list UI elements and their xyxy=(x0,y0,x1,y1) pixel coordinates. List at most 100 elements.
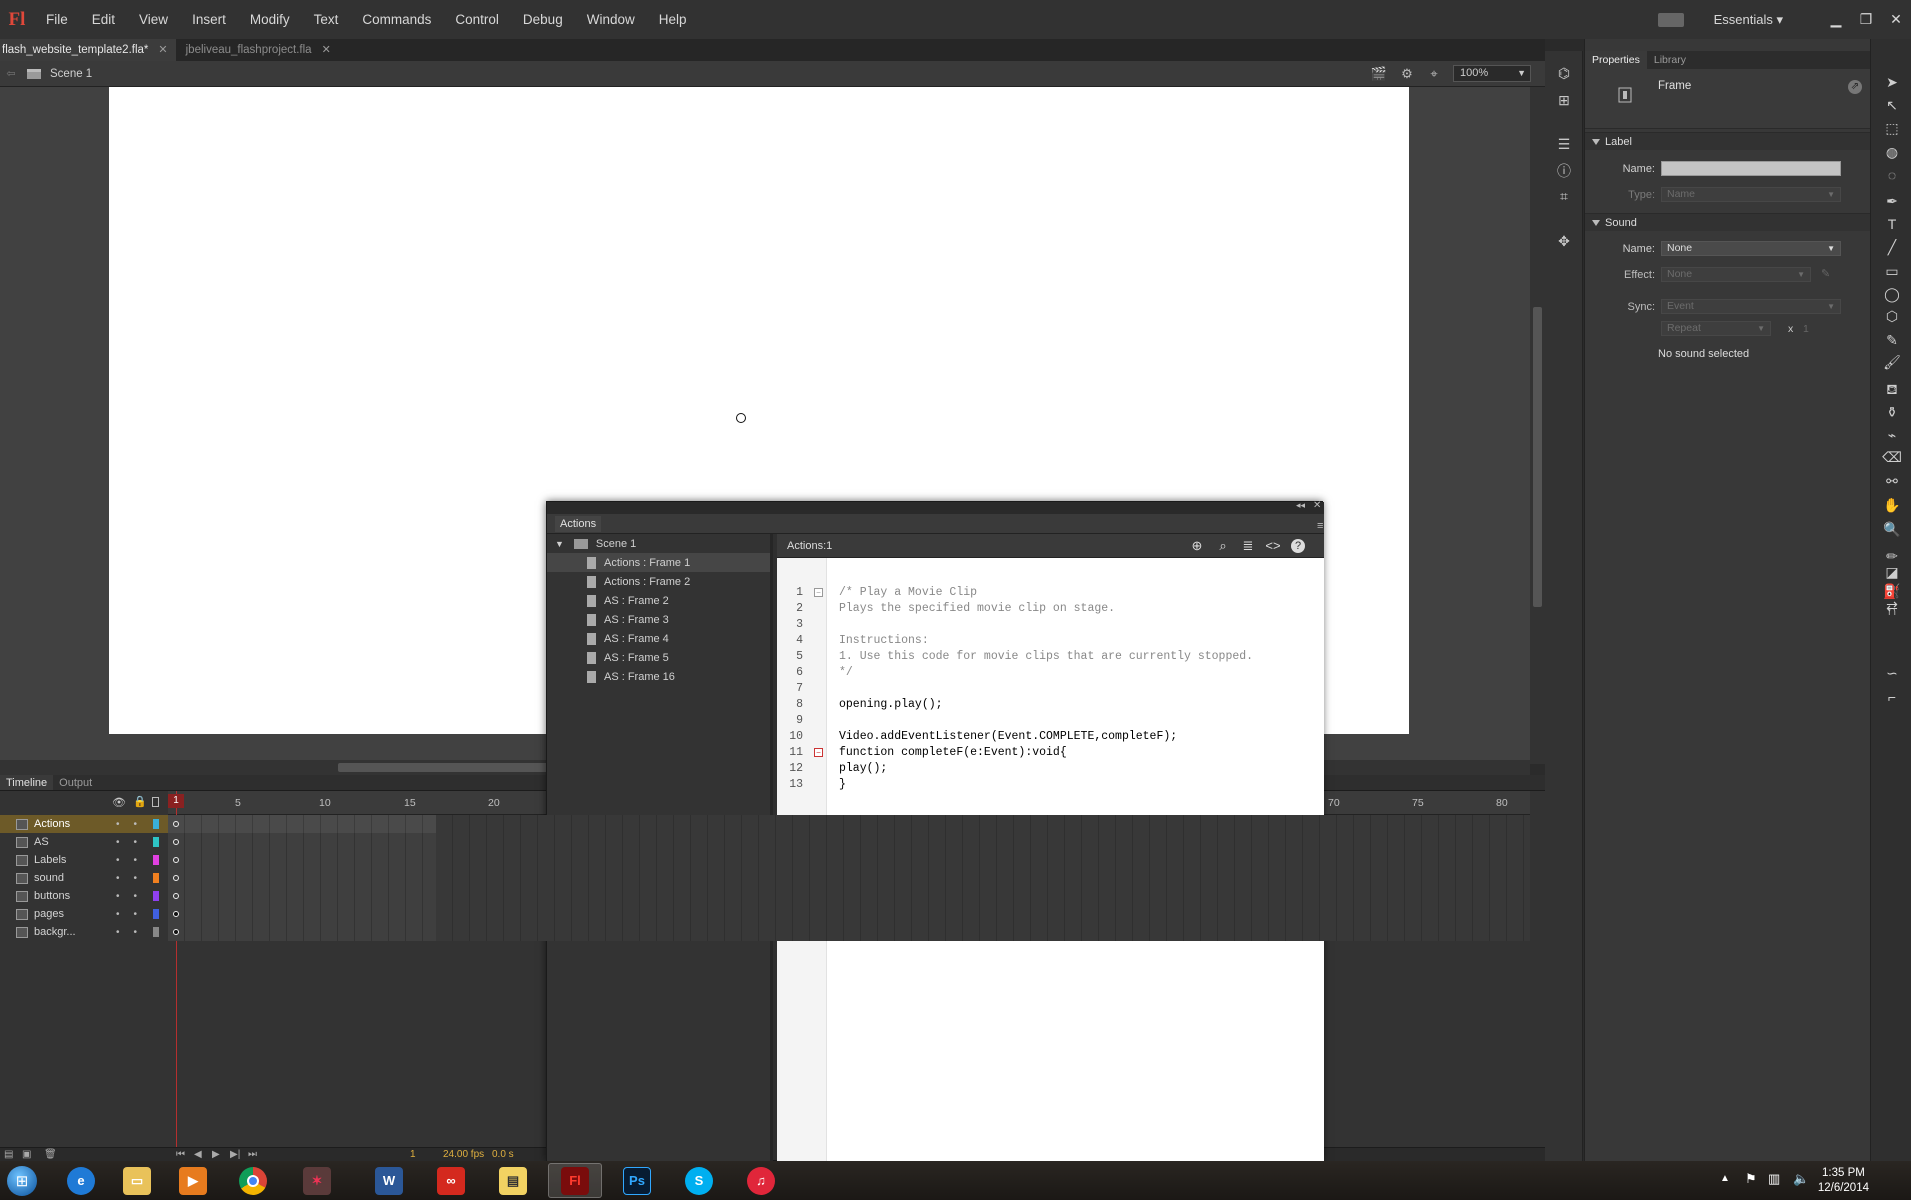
start-button[interactable]: ⊞ xyxy=(0,1163,44,1198)
code-line[interactable]: function completeF(e:Event):void{ xyxy=(839,746,1067,759)
layer-frames[interactable] xyxy=(168,905,436,923)
layer-name[interactable]: buttons xyxy=(34,890,104,902)
menu-commands[interactable]: Commands xyxy=(350,0,443,39)
lock-icon[interactable]: 🔒 xyxy=(133,795,147,808)
info-icon[interactable]: ⓘ xyxy=(1555,162,1573,180)
target-icon[interactable]: ⊕ xyxy=(1189,538,1205,554)
keyframe-dot[interactable] xyxy=(173,929,179,935)
current-frame[interactable]: 1 xyxy=(410,1149,416,1160)
menu-debug[interactable]: Debug xyxy=(511,0,575,39)
code-line[interactable]: /* Play a Movie Clip xyxy=(839,586,977,599)
keyframe-dot[interactable] xyxy=(173,893,179,899)
text-tool-icon[interactable]: T xyxy=(1882,214,1902,234)
keyframe-dot[interactable] xyxy=(173,875,179,881)
frame-rate[interactable]: 24.00 fps xyxy=(443,1149,484,1160)
taskbar-photoshop[interactable]: Ps xyxy=(610,1163,664,1198)
new-folder-icon[interactable]: ▣ xyxy=(22,1149,31,1160)
layer-visibility-dots[interactable]: •• xyxy=(116,909,151,920)
first-frame-icon[interactable]: ⏮ xyxy=(176,1149,185,1160)
tree-expand-icon[interactable]: ▼ xyxy=(555,539,564,549)
workspace-switcher[interactable]: Essentials ▾ xyxy=(1714,12,1783,28)
align-icon[interactable]: ⊞ xyxy=(1555,91,1573,109)
bone-tool-icon[interactable]: ⚯ xyxy=(1882,471,1902,491)
layer-outline-color[interactable] xyxy=(153,909,159,919)
layer-outline-color[interactable] xyxy=(153,873,159,883)
sound-section[interactable]: Sound xyxy=(1585,213,1871,231)
3d-rotation-icon[interactable]: ◍ xyxy=(1882,142,1902,162)
eyedropper-icon[interactable]: ⌁ xyxy=(1882,425,1902,445)
prev-frame-icon[interactable]: ◀ xyxy=(194,1149,202,1160)
tab-properties[interactable]: Properties xyxy=(1585,51,1647,69)
brush-tool-icon[interactable]: 🖌 xyxy=(1882,352,1902,372)
layer-visibility-dots[interactable]: •• xyxy=(116,873,151,884)
code-line[interactable]: play(); xyxy=(839,762,887,775)
subselection-tool-icon[interactable]: ↖ xyxy=(1882,95,1902,115)
doc-tab[interactable]: jbeliveau_flashproject.fla ✕ xyxy=(184,39,339,61)
fill-color-icon[interactable]: ◪ xyxy=(1882,562,1902,582)
minimize-icon[interactable]: ▁ xyxy=(1821,10,1851,30)
menu-help[interactable]: Help xyxy=(647,0,699,39)
keyframe-dot[interactable] xyxy=(173,911,179,917)
timeline-layer[interactable]: AS •• xyxy=(0,833,168,851)
taskbar-flash[interactable]: Fl xyxy=(548,1163,602,1198)
tab-output[interactable]: Output xyxy=(53,775,98,790)
code-line[interactable]: opening.play(); xyxy=(839,698,943,711)
layer-frames-empty[interactable] xyxy=(436,905,1530,923)
layer-frames[interactable] xyxy=(168,869,436,887)
tree-frame-node[interactable]: AS : Frame 4 xyxy=(547,629,770,648)
layer-outline-color[interactable] xyxy=(153,837,159,847)
eraser-icon[interactable]: ⌫ xyxy=(1882,447,1902,467)
trash-icon[interactable]: 🗑 xyxy=(44,1149,57,1160)
code-line[interactable]: } xyxy=(839,778,846,791)
fold-icon[interactable]: − xyxy=(814,588,823,597)
layer-frames-empty[interactable] xyxy=(436,815,1530,833)
zoom-tool-icon[interactable]: 🔍 xyxy=(1882,519,1902,539)
layer-name[interactable]: backgr... xyxy=(34,926,104,938)
actions-title[interactable]: Actions xyxy=(555,516,602,532)
actions-panel-handle[interactable]: ◂◂ ✕ xyxy=(547,500,1324,514)
show-hidden-icons[interactable]: ▲ xyxy=(1720,1173,1730,1184)
tree-frame-node[interactable]: Actions : Frame 2 xyxy=(547,572,770,591)
line-tool-icon[interactable]: ╱ xyxy=(1882,237,1902,257)
components-icon[interactable]: ✥ xyxy=(1555,232,1573,250)
layer-frames[interactable] xyxy=(168,833,436,851)
code-line[interactable]: 1. Use this code for movie clips that ar… xyxy=(839,650,1253,663)
close-panel-icon[interactable]: ✕ xyxy=(1313,500,1321,511)
free-transform-icon[interactable]: ⬚ xyxy=(1882,118,1902,138)
layer-outline-color[interactable] xyxy=(153,927,159,937)
layer-name[interactable]: sound xyxy=(34,872,104,884)
close-tab-icon[interactable]: ✕ xyxy=(158,39,167,61)
taskbar-itunes[interactable]: ♫ xyxy=(734,1163,788,1198)
scene-name[interactable]: Scene 1 xyxy=(50,68,92,80)
paint-bucket-icon[interactable]: ⛾ xyxy=(1882,379,1902,399)
menu-view[interactable]: View xyxy=(127,0,180,39)
play-icon[interactable]: ▶ xyxy=(212,1149,220,1160)
taskbar-creative-cloud[interactable]: ∞ xyxy=(424,1163,478,1198)
layer-visibility-dots[interactable]: •• xyxy=(116,891,151,902)
help-icon[interactable]: ? xyxy=(1291,539,1305,553)
transform-icon[interactable]: ⌗ xyxy=(1555,187,1573,205)
menu-insert[interactable]: Insert xyxy=(180,0,238,39)
polystar-tool-icon[interactable]: ⬡ xyxy=(1882,306,1902,326)
collapse-icon[interactable]: ◂◂ xyxy=(1296,500,1305,511)
hand-tool-icon[interactable]: ✋ xyxy=(1882,495,1902,515)
lasso-icon[interactable]: ◌ xyxy=(1882,165,1902,185)
menu-edit[interactable]: Edit xyxy=(80,0,127,39)
playhead-marker[interactable]: 1 xyxy=(168,794,184,808)
close-tab-icon[interactable]: ✕ xyxy=(322,39,331,61)
taskbar-ie[interactable]: e xyxy=(54,1163,108,1198)
menu-text[interactable]: Text xyxy=(302,0,351,39)
label-name-input[interactable] xyxy=(1661,161,1841,176)
doc-tab-active[interactable]: flash_website_template2.fla* ✕ xyxy=(0,39,176,61)
next-frame-icon[interactable]: ▶| xyxy=(230,1149,240,1160)
timeline-layer[interactable]: sound •• xyxy=(0,869,168,887)
taskbar-chrome[interactable] xyxy=(226,1163,280,1198)
ink-bottle-icon[interactable]: ⚱ xyxy=(1882,402,1902,422)
tree-frame-node[interactable]: AS : Frame 16 xyxy=(547,667,770,686)
timeline-layer[interactable]: Actions •• xyxy=(0,815,168,833)
code-line[interactable]: */ xyxy=(839,666,853,679)
edit-scene-icon[interactable]: 🎬 xyxy=(1370,65,1388,83)
close-icon[interactable]: ✕ xyxy=(1881,10,1911,30)
layer-visibility-dots[interactable]: •• xyxy=(116,837,151,848)
sound-name-select[interactable]: None ▼ xyxy=(1661,241,1841,256)
